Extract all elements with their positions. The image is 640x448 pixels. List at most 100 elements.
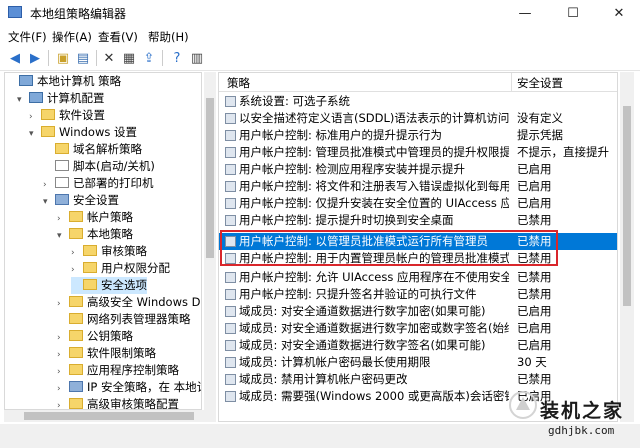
policy-row[interactable]: 用户帐户控制: 仅提升安装在安全位置的 UIAccess 应用程序已启用	[219, 195, 617, 212]
expand-icon[interactable]: ›	[57, 398, 67, 409]
policy-icon	[225, 340, 236, 351]
tree-node-scripts[interactable]: 脚本(启动/关机)	[43, 158, 155, 175]
menu-help[interactable]: 帮助(H)	[148, 29, 189, 45]
policy-row[interactable]: 用户帐户控制: 提示提升时切换到安全桌面 已禁用	[219, 212, 617, 229]
folder-icon	[69, 296, 83, 307]
folder-icon	[69, 330, 83, 341]
policy-row[interactable]: 域成员: 禁用计算机帐户密码更改 已禁用	[219, 371, 617, 388]
tree-node-software-settings[interactable]: › 软件设置	[29, 107, 105, 124]
toolbar: ◀ ▶ ▣ ▤ ✕ ▦ ⇪ ? ▥	[0, 46, 640, 71]
folder-icon	[41, 109, 55, 120]
policy-row[interactable]: 用户帐户控制: 管理员批准模式中管理员的提升权限提示的...不提示，直接提升	[219, 144, 617, 161]
scroll-thumb[interactable]	[24, 412, 194, 420]
highlight-box	[220, 230, 558, 266]
watermark-brand: 装机之家	[540, 400, 625, 422]
policy-row[interactable]: 用户帐户控制: 只提升签名并验证的可执行文件 已禁用	[219, 286, 617, 303]
tree-node-advanced-audit[interactable]: › 高级审核策略配置	[57, 396, 179, 409]
policy-row[interactable]: 域成员: 对安全通道数据进行数字加密或数字签名(始终) 已启用	[219, 320, 617, 337]
computer-icon	[19, 75, 33, 86]
delete-icon[interactable]: ✕	[100, 49, 118, 67]
app-icon	[8, 6, 22, 18]
folder-icon	[83, 279, 97, 290]
computer-icon	[29, 92, 43, 103]
policy-icon	[225, 113, 236, 124]
policy-row[interactable]: 用户帐户控制: 标准用户的提升提示行为 提示凭据	[219, 127, 617, 144]
shield-icon	[69, 381, 83, 392]
policy-icon	[225, 374, 236, 385]
up-folder-icon[interactable]: ▣	[54, 49, 72, 67]
export-list-icon[interactable]: ⇪	[140, 49, 158, 67]
folder-icon	[83, 262, 97, 273]
column-header-policy[interactable]: 策略	[227, 75, 250, 91]
tree-node-account-policies[interactable]: › 帐户策略	[57, 209, 133, 226]
window-title: 本地组策略编辑器	[30, 7, 127, 21]
tree-node-windows-defender-firewall[interactable]: ›高级安全 Windows Defe	[57, 294, 201, 311]
minimize-button[interactable]: —	[502, 0, 548, 26]
help-icon[interactable]: ?	[168, 49, 186, 67]
policy-icon	[225, 147, 236, 158]
back-icon[interactable]: ◀	[6, 49, 24, 67]
tree-node-user-rights-assignment[interactable]: › 用户权限分配	[71, 260, 170, 277]
close-button[interactable]: ✕	[596, 0, 640, 26]
column-header-security-setting[interactable]: 安全设置	[517, 75, 563, 91]
collapse-icon[interactable]: ▾	[29, 126, 39, 143]
status-bar	[0, 424, 640, 448]
shield-icon	[55, 194, 69, 205]
tree-node-security-options[interactable]: 安全选项	[71, 277, 147, 294]
tree-node-software-restriction[interactable]: › 软件限制策略	[57, 345, 156, 362]
tree-node-network-list-manager[interactable]: 网络列表管理器策略	[57, 311, 191, 328]
policy-row[interactable]: 域成员: 对安全通道数据进行数字加密(如果可能) 已启用	[219, 303, 617, 320]
properties-icon[interactable]: ▦	[120, 49, 138, 67]
scroll-thumb[interactable]	[623, 106, 631, 306]
sort-arrow-icon: ^	[365, 72, 373, 79]
forward-icon[interactable]: ▶	[26, 49, 44, 67]
tree-vertical-scrollbar[interactable]	[204, 72, 216, 410]
tree-node-app-control-policies[interactable]: › 应用程序控制策略	[57, 362, 179, 379]
folder-icon	[55, 143, 69, 154]
policy-row[interactable]: 系统设置: 可选子系统	[219, 93, 617, 110]
policy-row[interactable]: 用户帐户控制: 将文件和注册表写入错误虚拟化到每用户位置已启用	[219, 178, 617, 195]
collapse-icon[interactable]: ▾	[43, 194, 53, 211]
folder-icon	[69, 211, 83, 222]
folder-icon	[69, 228, 83, 239]
folder-icon	[69, 313, 83, 324]
policy-row[interactable]: 用户帐户控制: 允许 UIAccess 应用程序在不使用安全桌面...已禁用	[219, 269, 617, 286]
policy-icon	[225, 289, 236, 300]
tree-node-ip-security[interactable]: › IP 安全策略，在 本地计	[57, 379, 201, 396]
tree-node-audit-policy[interactable]: › 审核策略	[71, 243, 147, 260]
maximize-button[interactable]: ☐	[550, 0, 596, 26]
tree-node-windows-settings[interactable]: ▾ Windows 设置	[29, 124, 137, 141]
policy-icon	[225, 357, 236, 368]
tree-node-local-computer-policy[interactable]: 本地计算机 策略	[7, 73, 121, 90]
menu-view[interactable]: 查看(V)	[98, 29, 138, 45]
policy-icon	[225, 215, 236, 226]
policy-icon	[225, 181, 236, 192]
details-view-icon[interactable]: ▥	[188, 49, 206, 67]
document-icon	[55, 160, 69, 171]
policy-row[interactable]: 用户帐户控制: 检测应用程序安装并提示提升 已启用	[219, 161, 617, 178]
show-hide-tree-icon[interactable]: ▤	[74, 49, 92, 67]
tree-node-security-settings[interactable]: ▾ 安全设置	[43, 192, 119, 209]
console-tree: 本地计算机 策略 ▾ 计算机配置 › 软件设置 ▾ Windows 设置 域名解析策略…	[4, 72, 202, 410]
collapse-icon[interactable]: ▾	[57, 228, 67, 245]
policy-row[interactable]: 域成员: 对安全通道数据进行数字签名(如果可能) 已启用	[219, 337, 617, 354]
list-vertical-scrollbar[interactable]	[620, 72, 634, 422]
tree-node-computer-config[interactable]: ▾ 计算机配置	[17, 90, 105, 107]
watermark-logo-icon	[509, 391, 537, 419]
tree-horizontal-scrollbar[interactable]	[4, 410, 216, 422]
tree-node-name-resolution-policy[interactable]: 域名解析策略	[43, 141, 142, 158]
menu-file[interactable]: 文件(F)	[8, 29, 47, 45]
tree-node-public-key-policies[interactable]: › 公钥策略	[57, 328, 133, 345]
tree-node-local-policies[interactable]: ▾ 本地策略	[57, 226, 133, 243]
menu-bar: 文件(F) 操作(A) 查看(V) 帮助(H)	[0, 26, 640, 46]
policy-row[interactable]: 域成员: 计算机帐户密码最长使用期限 30 天	[219, 354, 617, 371]
policy-icon	[225, 323, 236, 334]
menu-action[interactable]: 操作(A)	[52, 29, 92, 45]
printer-icon	[55, 177, 69, 188]
collapse-icon[interactable]: ▾	[17, 92, 27, 109]
tree-node-deployed-printers[interactable]: › 已部署的打印机	[43, 175, 154, 192]
scroll-thumb[interactable]	[206, 98, 214, 258]
title-bar: 本地组策略编辑器 — ☐ ✕	[0, 0, 640, 26]
folder-icon	[41, 126, 55, 137]
policy-row[interactable]: 以安全描述符定义语言(SDDL)语法表示的计算机访问限制 没有定义	[219, 110, 617, 127]
